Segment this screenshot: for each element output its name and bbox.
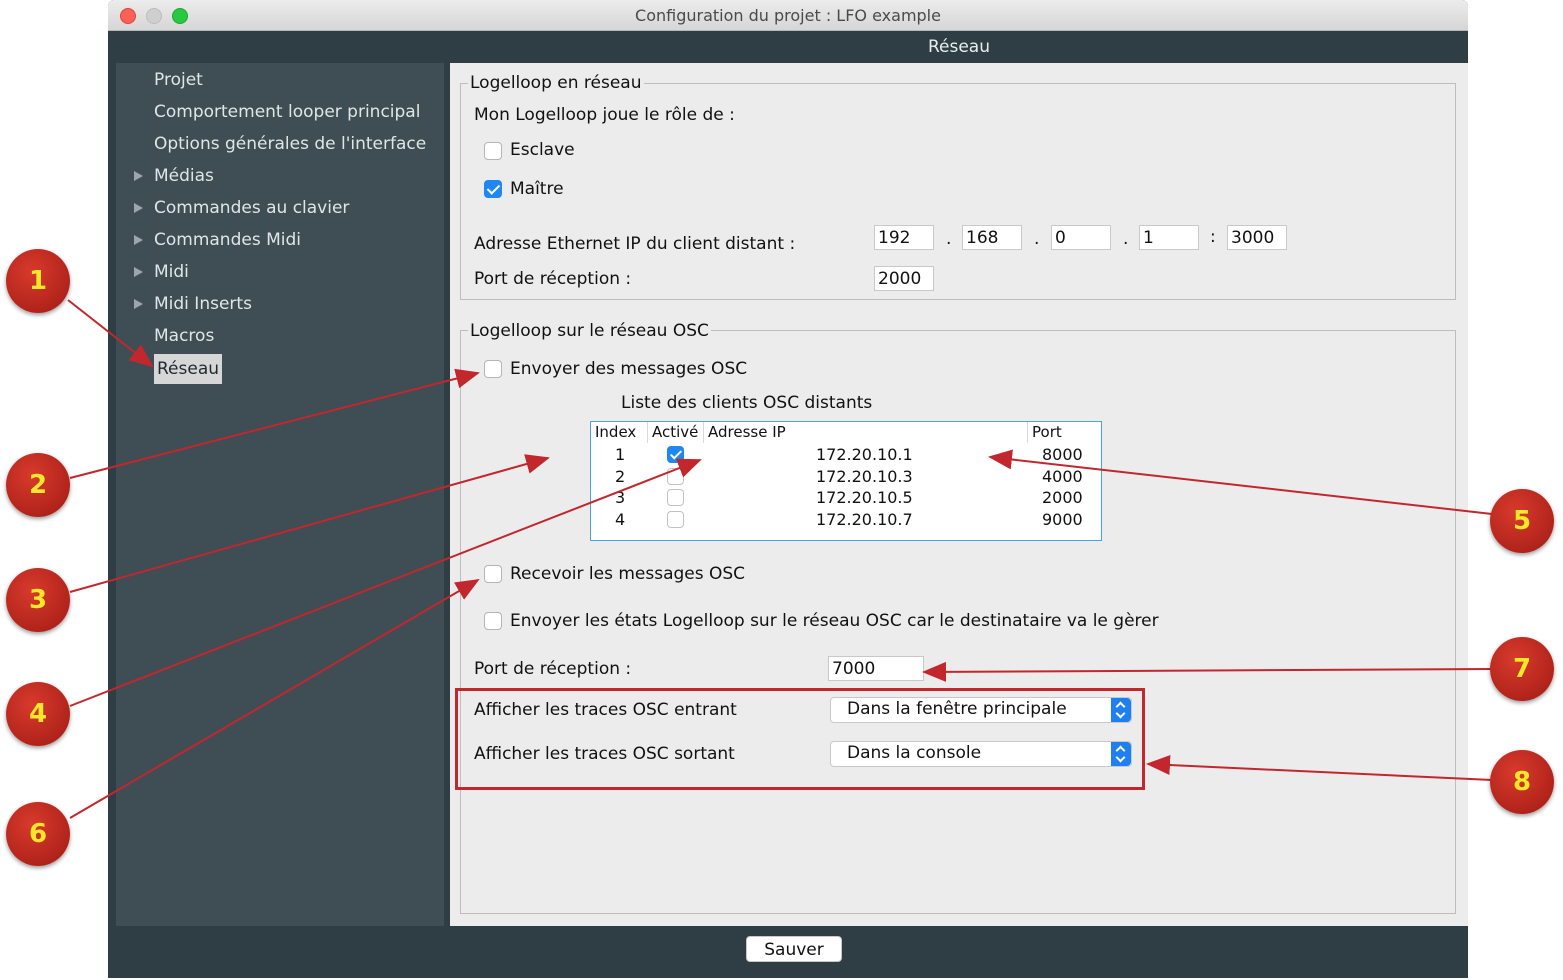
- sidebar-item-label: Midi: [154, 262, 189, 282]
- receive-osc-checkbox[interactable]: [484, 565, 502, 583]
- row-ip[interactable]: 172.20.10.1: [816, 444, 913, 465]
- row-port[interactable]: 2000: [1042, 487, 1083, 508]
- row-port[interactable]: 4000: [1042, 466, 1083, 487]
- annotation-marker-8: 8: [1490, 750, 1554, 814]
- annotation-marker-3: 3: [6, 568, 70, 632]
- port-colon: :: [1210, 227, 1216, 247]
- osc-recv-port-label: Port de réception :: [474, 659, 632, 679]
- window-title: Configuration du projet : LFO example: [635, 6, 941, 25]
- sidebar-item-midi[interactable]: Midi: [134, 258, 189, 286]
- row-index: 3: [615, 488, 626, 507]
- row-ip[interactable]: 172.20.10.3: [816, 466, 913, 487]
- ip-octet-2[interactable]: [962, 225, 1022, 250]
- ip-octet-3[interactable]: [1051, 225, 1111, 250]
- sidebar-item-reseau[interactable]: Réseau: [154, 354, 223, 384]
- send-osc-checkbox[interactable]: [484, 360, 502, 378]
- ip-label: Adresse Ethernet IP du client distant :: [474, 234, 796, 254]
- annotation-marker-6: 6: [6, 802, 70, 866]
- sidebar-item-macros[interactable]: Macros: [154, 322, 214, 350]
- title-bar: Configuration du projet : LFO example: [108, 0, 1468, 31]
- expand-triangle-icon[interactable]: [134, 299, 143, 309]
- ip-dot: .: [1123, 229, 1129, 249]
- col-header-active[interactable]: Activé: [648, 422, 704, 443]
- expand-triangle-icon[interactable]: [134, 171, 143, 181]
- role-label: Mon Logelloop joue le rôle de :: [474, 105, 735, 125]
- sidebar-item-label: Projet: [154, 70, 203, 90]
- send-states-checkbox[interactable]: [484, 612, 502, 630]
- row-port[interactable]: 9000: [1042, 509, 1083, 530]
- network-recv-port-field[interactable]: [874, 266, 934, 291]
- sidebar-item-label: Commandes Midi: [154, 230, 301, 250]
- col-header-port[interactable]: Port: [1028, 422, 1101, 443]
- sidebar-item-medias[interactable]: Médias: [134, 162, 214, 190]
- sidebar-item-label: Médias: [154, 166, 214, 186]
- sidebar-item-midi-inserts[interactable]: Midi Inserts: [134, 290, 252, 318]
- row-ip[interactable]: 172.20.10.7: [816, 509, 913, 530]
- expand-triangle-icon[interactable]: [134, 267, 143, 277]
- row-active-checkbox[interactable]: [667, 468, 684, 485]
- highlight-box: [455, 688, 1145, 790]
- row-active-checkbox[interactable]: [667, 446, 684, 463]
- row-active-checkbox[interactable]: [667, 489, 684, 506]
- ip-dot: .: [946, 229, 952, 249]
- expand-triangle-icon[interactable]: [134, 235, 143, 245]
- annotation-marker-7: 7: [1490, 637, 1554, 701]
- sidebar: Projet Comportement looper principal Opt…: [116, 63, 444, 926]
- row-index: 4: [615, 510, 626, 529]
- settings-panel: Logelloop en réseau Mon Logelloop joue l…: [450, 63, 1468, 926]
- osc-legend: Logelloop sur le réseau OSC: [468, 321, 711, 341]
- osc-clients-title: Liste des clients OSC distants: [621, 393, 873, 413]
- osc-recv-port-field[interactable]: [828, 656, 924, 681]
- col-header-ip[interactable]: Adresse IP: [704, 422, 1028, 443]
- send-osc-label: Envoyer des messages OSC: [510, 359, 748, 379]
- section-header: Réseau: [108, 31, 1468, 63]
- master-checkbox[interactable]: [484, 180, 502, 198]
- receive-osc-label: Recevoir les messages OSC: [510, 564, 746, 584]
- osc-clients-table[interactable]: Index Activé Adresse IP Port 1 172.20.10…: [590, 421, 1102, 541]
- bottom-bar: Sauver: [108, 926, 1468, 978]
- row-index: 2: [615, 467, 626, 486]
- save-button[interactable]: Sauver: [746, 936, 842, 962]
- sidebar-item-label: Réseau: [157, 359, 220, 379]
- ip-octet-1[interactable]: [874, 225, 934, 250]
- sidebar-item-label: Options générales de l'interface: [154, 134, 427, 154]
- sidebar-item-comportement[interactable]: Comportement looper principal: [154, 98, 420, 126]
- sidebar-item-label: Midi Inserts: [154, 294, 252, 314]
- ip-port-field[interactable]: [1227, 225, 1287, 250]
- sidebar-item-projet[interactable]: Projet: [154, 66, 203, 94]
- send-states-label: Envoyer les états Logelloop sur le résea…: [510, 611, 1159, 631]
- network-recv-port-label: Port de réception :: [474, 269, 632, 289]
- annotation-marker-4: 4: [6, 682, 70, 746]
- col-header-index[interactable]: Index: [591, 422, 648, 443]
- config-window: Configuration du projet : LFO example Ré…: [108, 0, 1468, 978]
- annotation-marker-1: 1: [6, 249, 70, 313]
- ip-octet-4[interactable]: [1139, 225, 1199, 250]
- row-ip[interactable]: 172.20.10.5: [816, 487, 913, 508]
- sidebar-item-commandes-clavier[interactable]: Commandes au clavier: [134, 194, 350, 222]
- sidebar-item-label: Comportement looper principal: [154, 102, 421, 122]
- network-legend: Logelloop en réseau: [468, 73, 644, 93]
- row-index: 1: [615, 445, 626, 464]
- slave-label: Esclave: [510, 140, 575, 160]
- sidebar-item-commandes-midi[interactable]: Commandes Midi: [134, 226, 301, 254]
- ip-dot: .: [1034, 229, 1040, 249]
- master-label: Maître: [510, 179, 564, 199]
- sidebar-item-label: Macros: [154, 326, 215, 346]
- row-active-checkbox[interactable]: [667, 511, 684, 528]
- slave-checkbox[interactable]: [484, 142, 502, 160]
- expand-triangle-icon[interactable]: [134, 203, 143, 213]
- sidebar-item-options[interactable]: Options générales de l'interface: [154, 130, 426, 158]
- row-port[interactable]: 8000: [1042, 444, 1083, 465]
- annotation-marker-5: 5: [1490, 489, 1554, 553]
- annotation-marker-2: 2: [6, 453, 70, 517]
- sidebar-item-label: Commandes au clavier: [154, 198, 350, 218]
- section-title: Réseau: [927, 37, 990, 57]
